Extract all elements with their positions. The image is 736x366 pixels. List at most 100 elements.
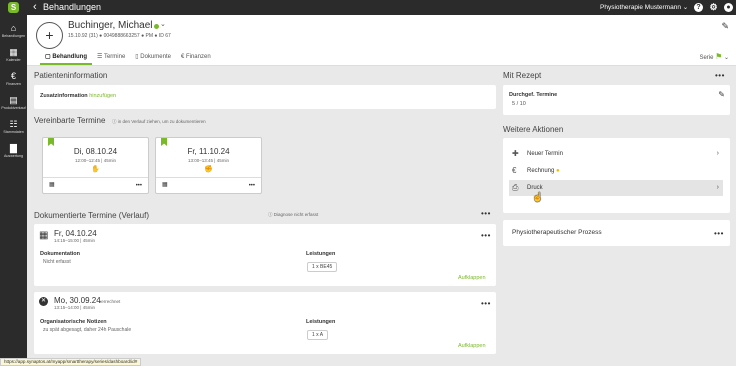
patient-info-card: Zusatzinformation hinzufügen	[34, 85, 496, 109]
more-options-icon[interactable]: •••	[481, 210, 491, 218]
action-label: Rechnung ●	[527, 167, 560, 175]
tab-behandlung[interactable]: ▢ Behandlung	[40, 51, 93, 65]
sidebar-item-kalender[interactable]: ▦ Kalender	[0, 47, 27, 69]
sidebar-item-behandlungen[interactable]: ⌂ Behandlungen	[0, 23, 27, 45]
more-options-icon[interactable]: •••	[481, 232, 491, 240]
tab-termine[interactable]: ☰ Termine	[92, 51, 130, 65]
back-arrow-icon[interactable]: ‹	[33, 1, 37, 14]
more-options-icon[interactable]: •••	[714, 230, 724, 238]
sidebar-item-label: Auswertung	[4, 154, 23, 158]
more-options-icon[interactable]: •••	[136, 183, 142, 189]
sidebar-item-produktverkauf[interactable]: ▤ Produktverkauf	[0, 95, 27, 117]
plus-icon: ✚	[512, 149, 519, 158]
more-options-icon[interactable]: •••	[249, 183, 255, 189]
patient-name: Buchinger, Michael	[68, 20, 153, 31]
entry-time: 14:15–15:00 | 45min	[54, 238, 95, 243]
euro-icon: €	[512, 166, 517, 175]
section-title-patient-info: Patienteninformation	[34, 71, 108, 80]
entry-status: verrechnet	[99, 299, 121, 304]
hierarchy-icon: ☷	[9, 119, 18, 129]
sidebar-item-label: Kalender	[6, 58, 21, 62]
practice-name: Physiotherapie Mustermann	[600, 4, 681, 11]
section-title-documented: Dokumentierte Termine (Verlauf)	[34, 211, 150, 220]
edit-icon[interactable]: ✎	[721, 21, 729, 32]
chevron-right-icon: ›	[716, 184, 719, 191]
sidebar-item-label: Stammdaten	[3, 130, 24, 134]
services-label: Leistungen	[306, 251, 336, 257]
action-label-text: Rechnung	[527, 168, 555, 174]
flag-icon: ⚑	[715, 52, 723, 61]
doc-label: Organisatorische Notizen	[40, 319, 107, 325]
sidebar-item-finanzen[interactable]: € Finanzen	[0, 71, 27, 93]
gear-icon[interactable]: ⚙	[709, 3, 718, 12]
cancelled-icon: ✕	[39, 297, 48, 306]
sidebar-item-stammdaten[interactable]: ☷ Stammdaten	[0, 119, 27, 141]
entry-date: Mo, 30.09.24	[54, 296, 101, 305]
section-title-agreed: Vereinbarte Termine	[34, 116, 106, 125]
rezept-label: Durchgef. Termine	[509, 92, 558, 98]
help-icon[interactable]: ?	[694, 3, 703, 12]
new-appointment-button[interactable]: ✚ Neuer Termin ›	[509, 146, 723, 162]
entry-date: Fr, 04.10.24	[54, 229, 97, 238]
service-badge[interactable]: 1 x A	[307, 330, 329, 340]
patient-meta: 15.10.92 (31) ● 0049888663257 ● PM ● ID …	[68, 33, 171, 39]
zusatz-row: Zusatzinformation hinzufügen	[40, 93, 116, 99]
user-icon[interactable]: ●	[724, 3, 733, 12]
service-badge[interactable]: 1 x BE45	[307, 262, 338, 272]
logo-mark-icon: S	[8, 2, 19, 13]
tab-dokumente[interactable]: ▯ Dokumente	[130, 51, 176, 65]
patient-header: + Buchinger, Michael ⌄ 15.10.92 (31) ● 0…	[27, 15, 736, 66]
chevron-right-icon: ›	[716, 150, 719, 157]
status-indicator	[154, 24, 159, 29]
rezept-value: 5 / 10	[512, 101, 526, 107]
calendar-icon: ▦	[39, 230, 49, 241]
status-url: https://app.synaptos.at/myapp/smartthera…	[0, 358, 142, 366]
tab-label: Termine	[103, 54, 126, 60]
agreed-hint: ⓘ in den Verlauf ziehen, um zu dokumenti…	[112, 119, 206, 124]
page-title: Behandlungen	[43, 2, 102, 12]
practice-selector[interactable]: Physiotherapie Mustermann ⌄	[600, 3, 688, 12]
appointment-date: Di, 08.10.24	[73, 147, 118, 156]
app-logo[interactable]: S	[0, 0, 27, 15]
bookmark-icon	[48, 138, 54, 146]
action-label: Druck	[527, 185, 543, 191]
history-entry[interactable]: ▦ Fr, 04.10.24 14:15–15:00 | 45min ••• D…	[34, 224, 496, 286]
more-options-icon[interactable]: •••	[481, 300, 491, 308]
process-card[interactable]: Physiotherapeutischer Prozess •••	[503, 220, 730, 246]
calendar-icon[interactable]: ▦	[49, 181, 55, 188]
appointment-time: 12:00–12:45 | 45min	[75, 158, 116, 163]
services-label: Leistungen	[306, 319, 336, 325]
appointment-time: 13:00–13:45 | 45min	[188, 158, 229, 163]
documented-hint: ⓘ Diagnose nicht erfasst	[268, 212, 319, 217]
invoice-button[interactable]: € Rechnung ●	[509, 163, 723, 179]
hand-icon: ✊	[204, 166, 213, 173]
documented-hint-text: Diagnose nicht erfasst	[273, 212, 319, 217]
sidebar-item-label: Behandlungen	[1, 34, 26, 38]
serie-label: Serie	[699, 55, 714, 61]
appointment-toolbar: ▦ •••	[156, 177, 261, 193]
edit-icon[interactable]: ✎	[718, 90, 725, 99]
history-entry[interactable]: ✕ Mo, 30.09.24 verrechnet 13:15–14:00 | …	[34, 292, 496, 354]
serie-selector[interactable]: Serie ⚑ ⌄	[699, 52, 729, 63]
avatar[interactable]: +	[36, 22, 63, 49]
warning-icon: ●	[556, 168, 560, 174]
chevron-down-icon[interactable]: ⌄	[160, 20, 166, 30]
more-options-icon[interactable]: •••	[715, 72, 725, 80]
tab-finanzen[interactable]: € Finanzen	[176, 51, 216, 65]
appointment-card[interactable]: Di, 08.10.24 12:00–12:45 | 45min ✋ ▦ •••	[42, 137, 149, 194]
sidebar-item-auswertung[interactable]: ▇ Auswertung	[0, 143, 27, 165]
appointment-card[interactable]: Fr, 11.10.24 13:00–13:45 | 45min ✊ ▦ •••	[155, 137, 262, 194]
add-zusatz-link[interactable]: hinzufügen	[89, 93, 116, 99]
printer-icon: ⎙	[512, 183, 519, 192]
product-icon: ▤	[9, 95, 18, 105]
sidebar: ⌂ Behandlungen ▦ Kalender € Finanzen ▤ P…	[0, 15, 27, 366]
expand-link[interactable]: Aufklappen	[458, 343, 486, 349]
top-bar: S ‹ Behandlungen Physiotherapie Musterma…	[0, 0, 736, 15]
section-title-actions: Weitere Aktionen	[503, 125, 564, 134]
appointment-toolbar: ▦ •••	[43, 177, 148, 193]
action-label: Neuer Termin	[527, 151, 563, 157]
doc-label: Dokumentation	[40, 251, 81, 257]
calendar-icon[interactable]: ▦	[162, 181, 168, 188]
agreed-hint-text: in den Verlauf ziehen, um zu dokumentier…	[117, 119, 206, 124]
expand-link[interactable]: Aufklappen	[458, 275, 486, 281]
